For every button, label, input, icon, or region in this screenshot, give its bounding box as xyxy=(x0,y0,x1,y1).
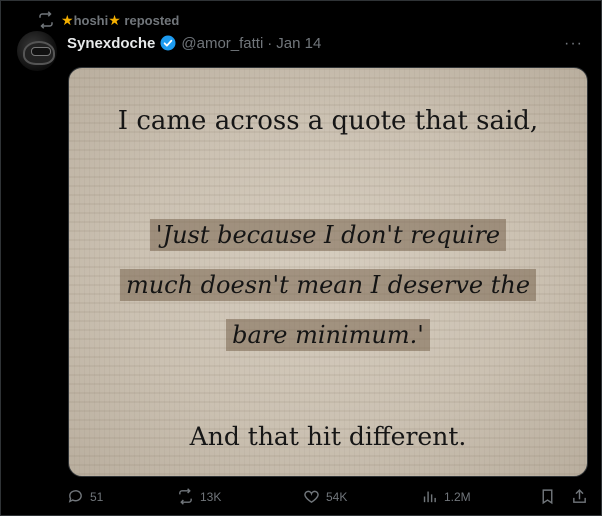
separator-dot: · xyxy=(267,34,273,52)
verified-badge-icon xyxy=(160,35,176,51)
reply-icon xyxy=(68,490,82,503)
view-count: 1.2M xyxy=(444,489,471,504)
quote-line: much doesn't mean I deserve the xyxy=(119,269,537,301)
tweet-card[interactable]: ★hoshi★ reposted Synexdoche @amor_fatti … xyxy=(0,0,602,516)
heart-icon xyxy=(304,490,319,504)
reply-button[interactable]: 51 xyxy=(67,488,103,505)
repost-icon xyxy=(179,488,192,505)
image-text-outro: And that hit different. xyxy=(189,422,467,451)
share-button[interactable] xyxy=(571,488,588,505)
bookmark-button[interactable] xyxy=(539,488,556,505)
tweet-header: Synexdoche @amor_fatti · Jan 14 xyxy=(67,33,321,53)
repost-label: reposted xyxy=(124,12,180,28)
repost-button[interactable]: 13K xyxy=(177,488,221,505)
quote-line: bare minimum.' xyxy=(226,319,430,351)
avatar[interactable] xyxy=(17,31,57,71)
views-button[interactable]: 1.2M xyxy=(421,488,471,505)
image-text-intro: I came across a quote that said, xyxy=(117,106,539,136)
repost-count: 13K xyxy=(200,489,222,504)
star-emoji-icon: ★ xyxy=(108,11,121,28)
repost-icon xyxy=(39,11,53,29)
handle[interactable]: @amor_fatti xyxy=(181,35,263,52)
repost-context[interactable]: ★hoshi★ reposted xyxy=(37,11,179,29)
visor-graphic xyxy=(31,47,51,56)
analytics-icon xyxy=(423,491,436,503)
post-image[interactable]: I came across a quote that said, 'Just b… xyxy=(68,67,588,477)
action-bar: 51 13K 54K 1.2M xyxy=(67,488,591,508)
quote-line: 'Just because I don't require xyxy=(149,219,507,251)
like-count: 54K xyxy=(326,489,348,504)
image-quote: 'Just because I don't require much doesn… xyxy=(69,210,587,360)
star-emoji-icon: ★ xyxy=(61,11,74,28)
reply-count: 51 xyxy=(90,489,104,504)
post-date[interactable]: Jan 14 xyxy=(276,35,321,52)
display-name[interactable]: Synexdoche xyxy=(67,35,155,52)
bookmark-icon xyxy=(542,489,553,505)
share-icon xyxy=(573,489,586,503)
like-button[interactable]: 54K xyxy=(303,488,347,505)
more-options-icon[interactable]: ··· xyxy=(564,35,583,53)
repost-user[interactable]: hoshi xyxy=(74,13,109,28)
